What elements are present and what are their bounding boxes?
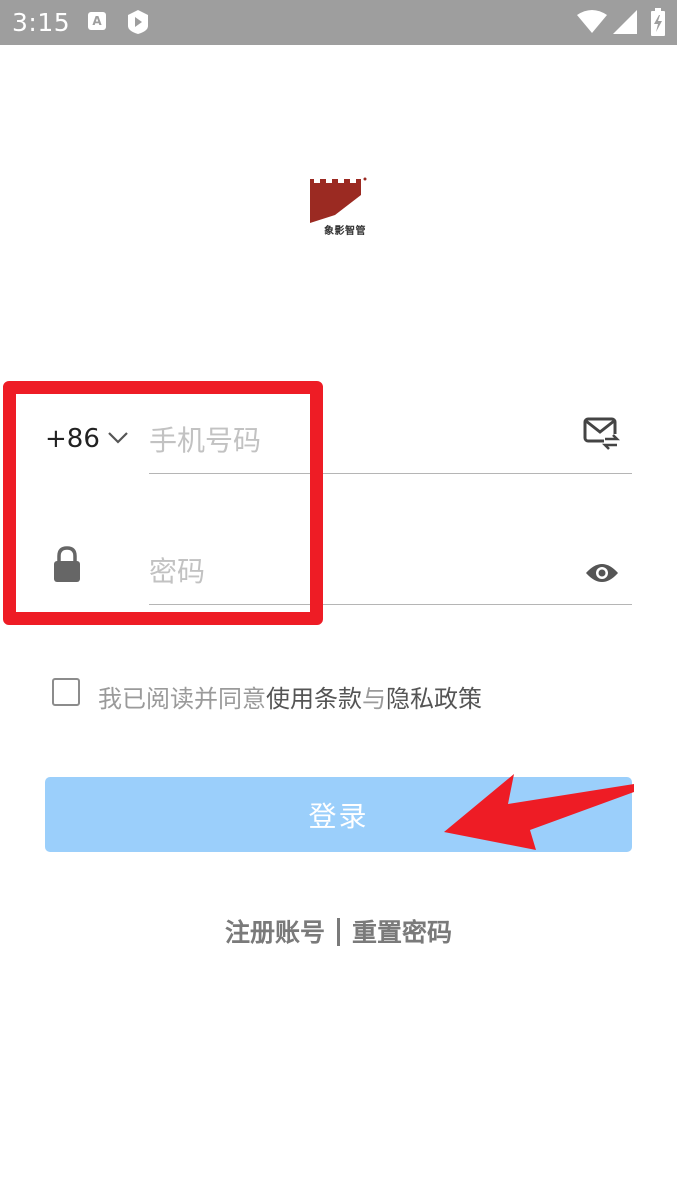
agreement-prefix: 我已阅读并同意 <box>98 685 266 713</box>
a-notification-icon: A <box>88 12 106 30</box>
battery-icon <box>651 8 665 36</box>
register-link[interactable]: 注册账号 <box>225 918 325 947</box>
eye-icon[interactable] <box>584 561 620 585</box>
terms-link[interactable]: 使用条款 <box>266 685 362 713</box>
sms-switch-icon[interactable] <box>582 416 620 450</box>
bottom-links: 注册账号 重置密码 <box>0 913 677 949</box>
status-time: 3:15 <box>12 8 71 37</box>
annotation-arrow-icon <box>444 774 634 850</box>
annotation-highlight-box <box>3 381 323 625</box>
status-bar: 3:15 A <box>0 0 677 45</box>
signal-icon <box>613 10 637 34</box>
agreement-and: 与 <box>362 685 386 713</box>
agreement-text: 我已阅读并同意使用条款与隐私政策 <box>98 679 482 714</box>
play-store-icon <box>128 10 148 34</box>
link-divider <box>337 918 340 946</box>
agreement-checkbox[interactable] <box>52 678 80 706</box>
logo-caption: 象影智管 <box>324 226 366 237</box>
reset-password-link[interactable]: 重置密码 <box>352 918 452 947</box>
wifi-icon <box>577 10 607 33</box>
privacy-link[interactable]: 隐私政策 <box>386 685 482 713</box>
